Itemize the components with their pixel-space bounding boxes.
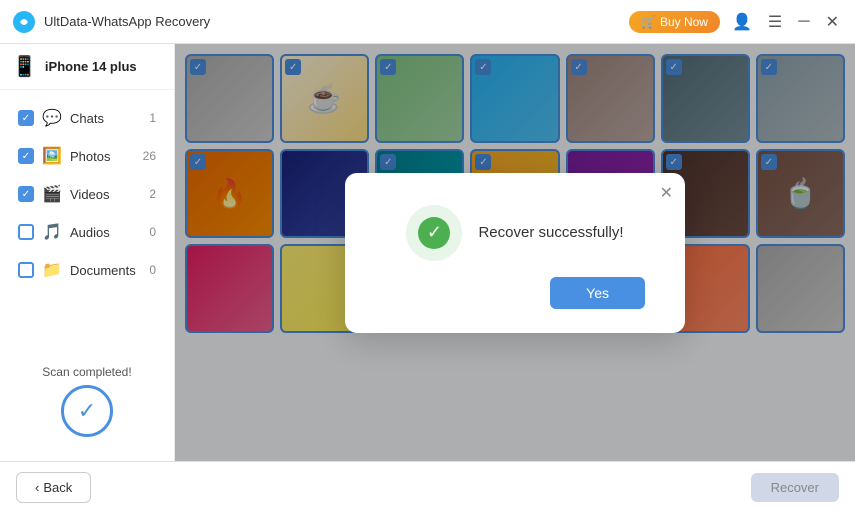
success-dialog: ✕ ✓ Recover successfully! Yes [345, 173, 685, 333]
scan-completed-section: Scan completed! ✓ [0, 353, 174, 449]
nav-label-photos: Photos [70, 149, 135, 164]
sidebar-item-photos[interactable]: ✓ 🖼️ Photos 26 [6, 138, 168, 174]
bottom-bar: ‹ Back Recover [0, 461, 855, 513]
nav-label-videos: Videos [70, 187, 141, 202]
sidebar-item-audios[interactable]: 🎵 Audios 0 [6, 214, 168, 250]
sidebar-nav: ✓ 💬 Chats 1 ✓ 🖼️ Photos 26 ✓ 🎬 Videos 2 … [0, 90, 174, 353]
scan-completed-label: Scan completed! [42, 365, 131, 379]
device-name: iPhone 14 plus [45, 59, 137, 74]
cart-icon: 🛒 [641, 15, 656, 29]
modal-close-button[interactable]: ✕ [660, 183, 673, 203]
nav-icon-audios: 🎵 [42, 222, 62, 242]
checkbox-chats[interactable]: ✓ [18, 110, 34, 126]
device-icon: 📱 [12, 54, 37, 79]
nav-label-audios: Audios [70, 225, 141, 240]
modal-message: Recover successfully! [478, 224, 623, 241]
nav-label-chats: Chats [70, 111, 141, 126]
checkbox-documents[interactable] [18, 262, 34, 278]
nav-icon-documents: 📁 [42, 260, 62, 280]
close-button[interactable]: ✕ [822, 10, 843, 34]
nav-icon-chats: 💬 [42, 108, 62, 128]
back-chevron-icon: ‹ [35, 480, 39, 495]
recover-button[interactable]: Recover [751, 473, 839, 502]
check-icon: ✓ [418, 217, 450, 249]
sidebar-item-chats[interactable]: ✓ 💬 Chats 1 [6, 100, 168, 136]
content-area: ✓ ☕ ✓ ✓ ✓ ✓ ✓ ✓ 🔥 ✓ ✓ ✓ ✓ 🍵 ✓ [175, 44, 855, 461]
title-bar: UltData-WhatsApp Recovery 🛒 Buy Now 👤 ☰ … [0, 0, 855, 44]
app-logo-icon [12, 10, 36, 34]
checkbox-videos[interactable]: ✓ [18, 186, 34, 202]
back-button[interactable]: ‹ Back [16, 472, 91, 503]
success-icon-wrap: ✓ [406, 205, 462, 261]
nav-count-chats: 1 [149, 111, 156, 125]
nav-count-videos: 2 [149, 187, 156, 201]
menu-icon-button[interactable]: ☰ [764, 10, 786, 34]
modal-content: ✓ Recover successfully! [406, 205, 623, 261]
checkbox-photos[interactable]: ✓ [18, 148, 34, 164]
nav-count-audios: 0 [149, 225, 156, 239]
sidebar-item-documents[interactable]: 📁 Documents 0 [6, 252, 168, 288]
sidebar: 📱 iPhone 14 plus ✓ 💬 Chats 1 ✓ 🖼️ Photos… [0, 44, 175, 461]
sidebar-item-videos[interactable]: ✓ 🎬 Videos 2 [6, 176, 168, 212]
device-item: 📱 iPhone 14 plus [0, 44, 174, 90]
app-title: UltData-WhatsApp Recovery [44, 14, 629, 29]
nav-label-documents: Documents [70, 263, 141, 278]
nav-count-documents: 0 [149, 263, 156, 277]
minimize-button[interactable]: ─ [794, 11, 813, 33]
title-bar-actions: 🛒 Buy Now 👤 ☰ ─ ✕ [629, 10, 843, 34]
yes-button[interactable]: Yes [550, 277, 645, 309]
modal-overlay: ✕ ✓ Recover successfully! Yes [175, 44, 855, 461]
scan-circle: ✓ [61, 385, 113, 437]
buy-now-button[interactable]: 🛒 Buy Now [629, 11, 720, 33]
nav-count-photos: 26 [143, 149, 156, 163]
checkbox-audios[interactable] [18, 224, 34, 240]
main-layout: 📱 iPhone 14 plus ✓ 💬 Chats 1 ✓ 🖼️ Photos… [0, 44, 855, 461]
account-icon-button[interactable]: 👤 [728, 10, 756, 34]
nav-icon-videos: 🎬 [42, 184, 62, 204]
nav-icon-photos: 🖼️ [42, 146, 62, 166]
